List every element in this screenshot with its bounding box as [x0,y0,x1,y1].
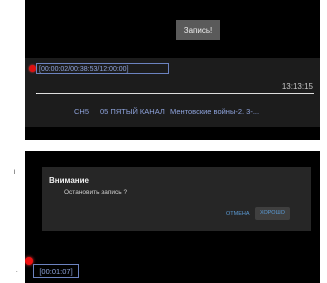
program-name: Ментовские войны-2. 3-... [170,107,260,116]
channel-short-name: СН5 [74,107,90,116]
channel-name: 05 ПЯТЫЙ КАНАЛ [100,107,165,116]
recording-progress-bar [36,93,314,94]
recording-screen: Запись! [00:00:02/00:38:53/12:00:00] 13:… [25,0,320,140]
stop-recording-dialog: Внимание Остановить запись ? ОТМЕНА ХОРО… [42,167,311,231]
dialog-title: Внимание [49,176,89,185]
side-mark-top: l [14,170,16,176]
cancel-button[interactable]: ОТМЕНА [226,211,250,217]
ok-button[interactable]: ХОРОШО [255,207,290,220]
clock: 13:13:15 [281,82,313,91]
recording-indicator-icon [25,257,33,265]
recording-info-bar: [00:00:02/00:38:53/12:00:00] 13:13:15 СН… [25,58,320,127]
recording-title-button[interactable]: Запись! [176,20,220,40]
stop-recording-screen: Внимание Остановить запись ? ОТМЕНА ХОРО… [25,151,320,283]
side-mark-bottom: . [16,268,18,274]
recording-timer: [00:01:07] [33,264,79,278]
recording-time-display: [00:00:02/00:38:53/12:00:00] [36,63,169,74]
dialog-message: Остановить запись ? [64,189,128,196]
recording-indicator-icon [29,65,36,72]
